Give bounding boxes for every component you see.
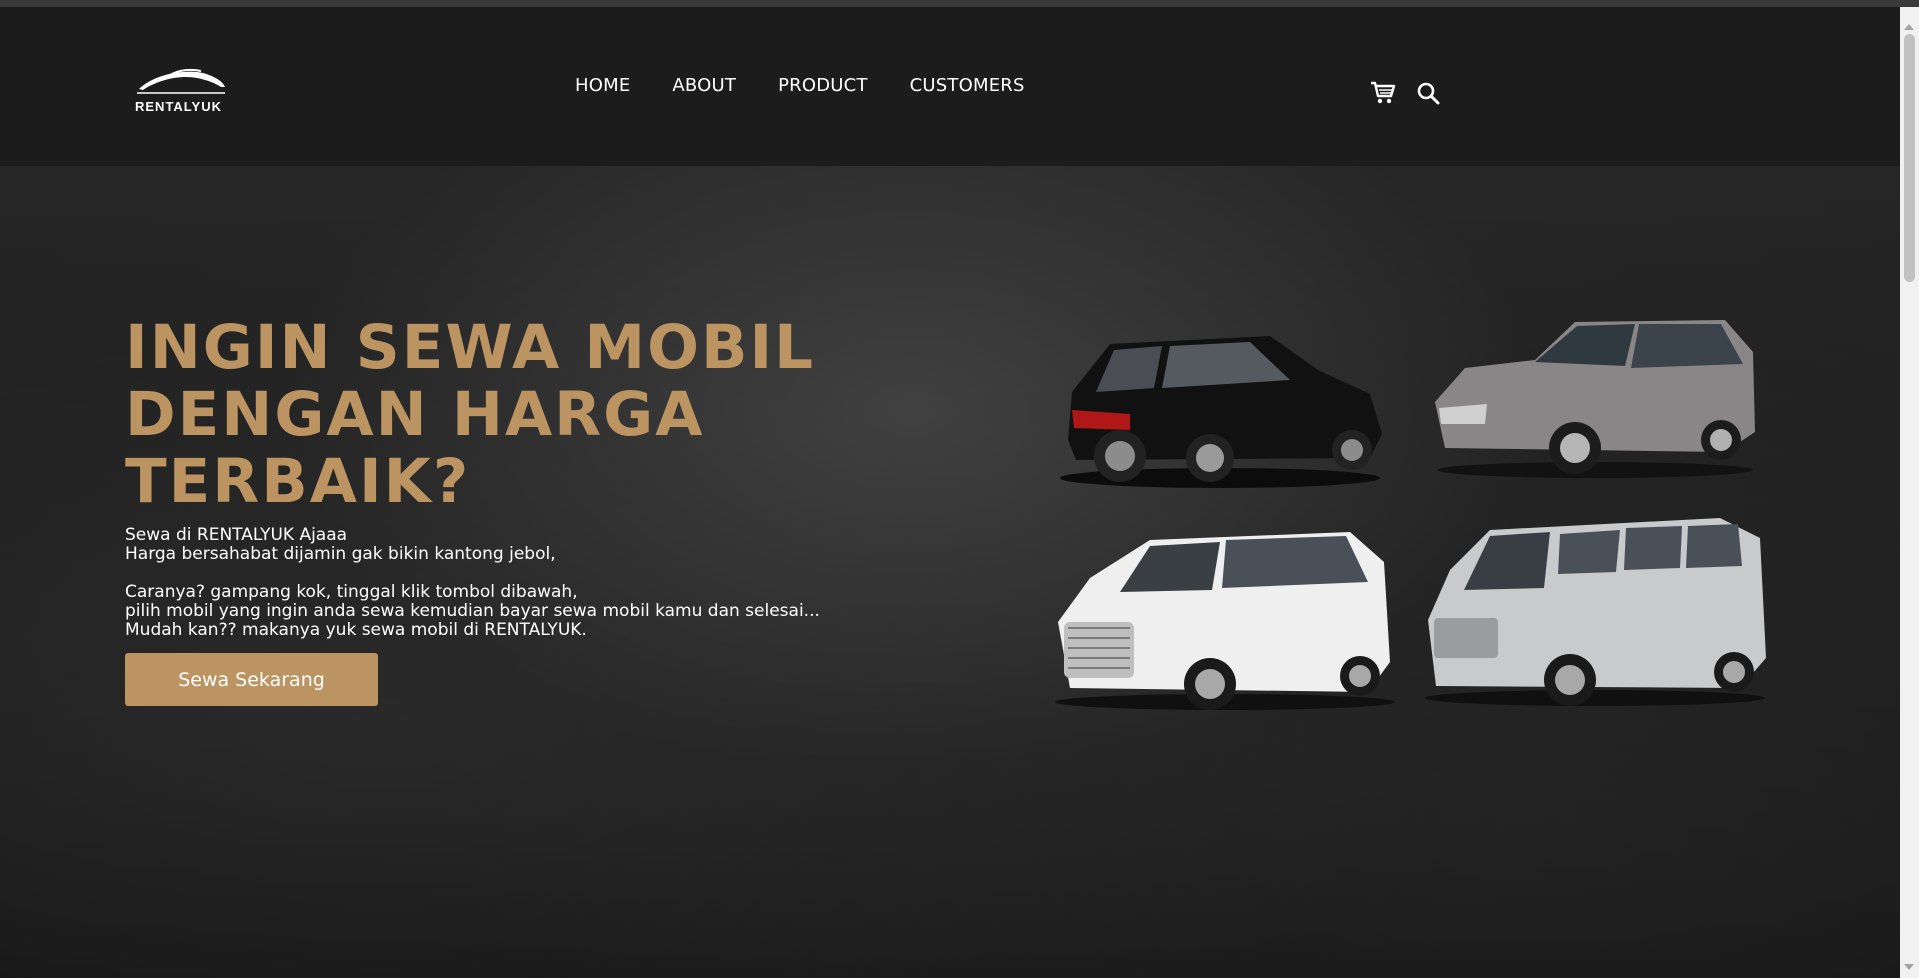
cars-image xyxy=(1040,312,1770,717)
scroll-down-arrow-icon[interactable] xyxy=(1904,964,1914,970)
hero-title-line: INGIN SEWA MOBIL xyxy=(125,312,816,383)
nav-product[interactable]: PRODUCT xyxy=(778,75,868,96)
rent-now-button[interactable]: Sewa Sekarang xyxy=(125,653,378,706)
black-mpv-image xyxy=(1060,336,1382,488)
nav-about[interactable]: ABOUT xyxy=(672,75,736,96)
page: RENTALYUK HOME ABOUT PRODUCT CUSTOMERS I… xyxy=(0,0,1919,978)
nav-customers[interactable]: CUSTOMERS xyxy=(910,75,1025,96)
hero-text-line: Sewa di RENTALYUK Ajaaa xyxy=(125,525,348,545)
vertical-scrollbar[interactable] xyxy=(1900,7,1919,978)
scroll-thumb[interactable] xyxy=(1904,34,1915,282)
hero-description: Sewa di RENTALYUK Ajaaa Harga bersahabat… xyxy=(125,526,925,640)
hero-section: INGIN SEWA MOBIL DENGAN HARGA TERBAIK? S… xyxy=(0,166,1900,978)
hero-title: INGIN SEWA MOBIL DENGAN HARGA TERBAIK? xyxy=(125,314,925,515)
nav-icons xyxy=(1370,81,1440,110)
main-nav: HOME ABOUT PRODUCT CUSTOMERS xyxy=(575,75,1025,96)
car-logo-icon xyxy=(137,68,225,94)
hero-title-line: TERBAIK? xyxy=(125,446,471,517)
brand-name: RENTALYUK xyxy=(135,99,223,114)
brand-logo[interactable]: RENTALYUK xyxy=(133,63,229,123)
white-luxury-van-image xyxy=(1055,532,1395,710)
hero-title-line: DENGAN HARGA xyxy=(125,379,705,450)
hero-text-line: Harga bersahabat dijamin gak bikin kanto… xyxy=(125,544,556,564)
hero-text-line: pilih mobil yang ingin anda sewa kemudia… xyxy=(125,601,820,621)
hero-text-line: Caranya? gampang kok, tinggal klik tombo… xyxy=(125,582,578,602)
search-icon[interactable] xyxy=(1416,81,1440,110)
nav-home[interactable]: HOME xyxy=(575,75,630,96)
hero-text-line: Mudah kan?? makanya yuk sewa mobil di RE… xyxy=(125,620,587,640)
silver-minibus-image xyxy=(1425,518,1766,706)
browser-top-edge xyxy=(0,0,1919,7)
grey-mpv-image xyxy=(1435,320,1755,478)
cart-icon[interactable] xyxy=(1370,81,1396,110)
navbar: RENTALYUK HOME ABOUT PRODUCT CUSTOMERS xyxy=(0,7,1900,166)
scroll-up-arrow-icon[interactable] xyxy=(1904,24,1914,30)
